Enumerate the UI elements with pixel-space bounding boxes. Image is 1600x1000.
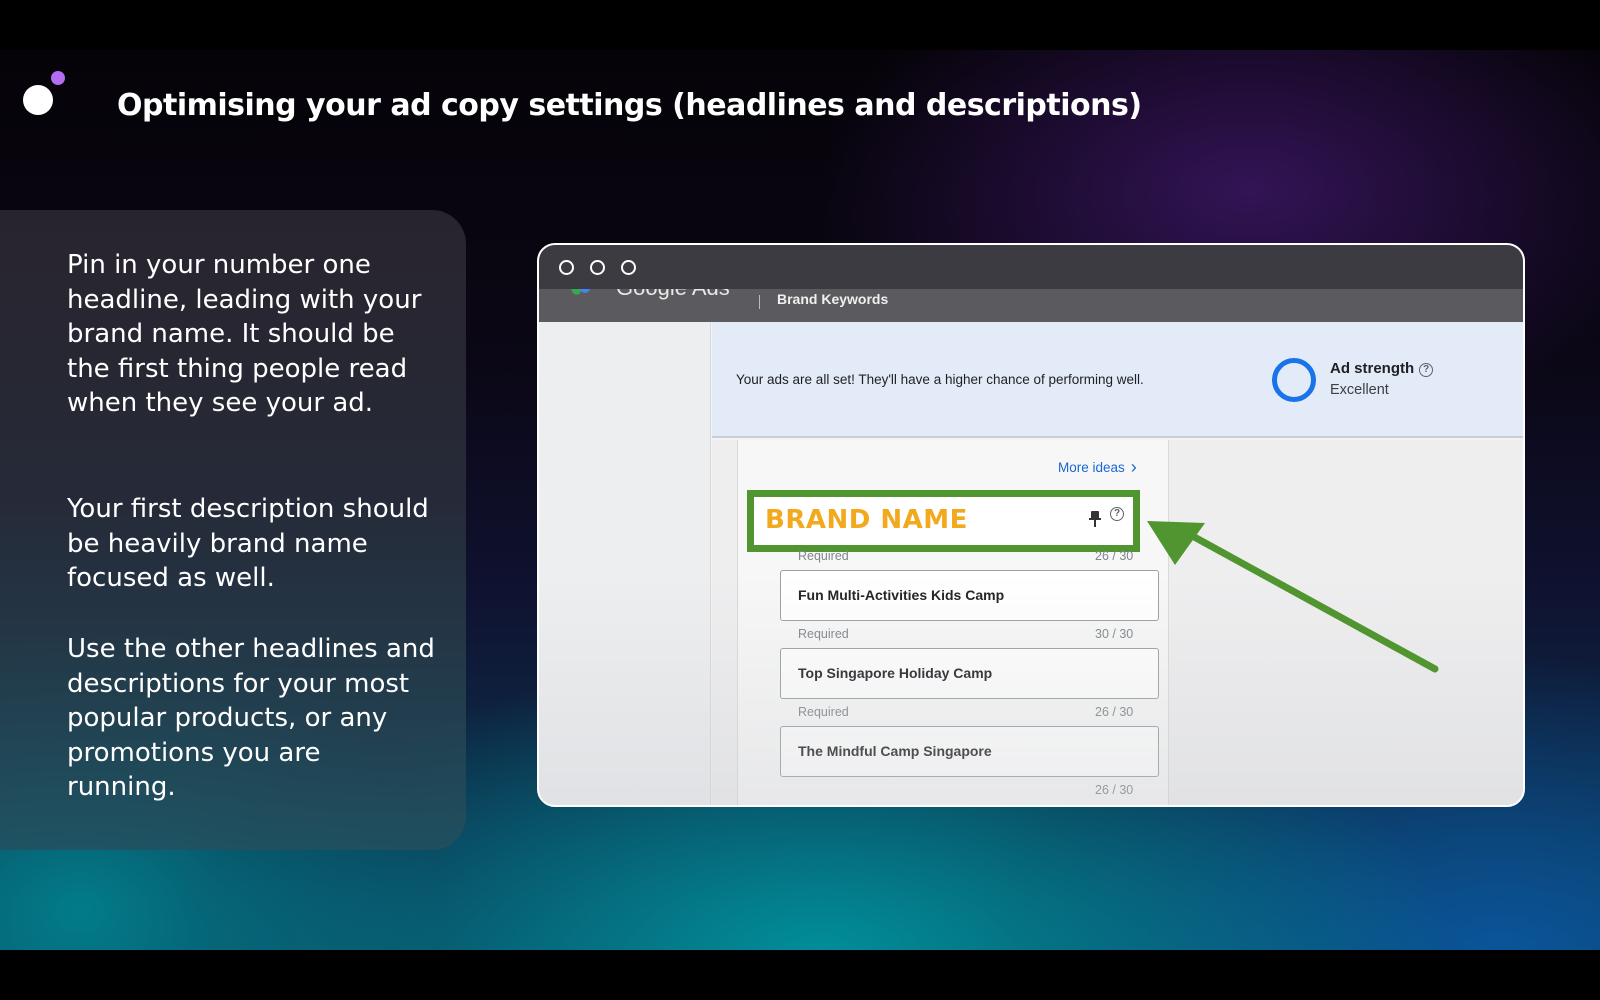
headline-field[interactable]: The Mindful Camp Singapore	[780, 726, 1159, 777]
headline-2-text: Fun Multi-Activities Kids Camp	[798, 587, 1005, 603]
arrow-icon	[1147, 521, 1439, 673]
paragraph-2: Your first description should be heavily…	[67, 494, 429, 593]
headline-1-count: 26 / 30	[1095, 549, 1134, 563]
headline-2-count: 30 / 30	[1095, 627, 1134, 641]
more-ideas-label: More ideas	[1058, 460, 1125, 475]
help-icon[interactable]: ?	[1110, 507, 1124, 521]
paragraph-1: Pin in your number one headline, leading…	[67, 250, 422, 418]
headline-field-pinned[interactable]: BRAND NAME ?	[747, 490, 1140, 552]
window-dot-icon	[621, 260, 636, 275]
letterbox-top	[0, 0, 1600, 50]
window-title-bar	[539, 245, 1523, 289]
headline-3-count: 26 / 30	[1095, 705, 1134, 719]
app-name: Google Ads	[616, 289, 730, 301]
headline-4-count: 26 / 30	[1095, 783, 1134, 797]
window-dot-icon	[559, 260, 574, 275]
headline-1-required: Required	[798, 549, 849, 563]
slide: Optimising your ad copy settings (headli…	[0, 50, 1600, 950]
slide-title: Optimising your ad copy settings (headli…	[117, 88, 1142, 123]
headline-field[interactable]: Fun Multi-Activities Kids Camp	[780, 570, 1159, 621]
help-icon[interactable]: ?	[1419, 363, 1434, 377]
header-divider	[759, 295, 760, 309]
campaign-name: Brand Keywords	[777, 291, 889, 307]
headline-1-text: BRAND NAME	[765, 505, 968, 535]
ad-strength-label: Ad strength?	[1330, 360, 1434, 377]
banner-message: Your ads are all set! They'll have a hig…	[736, 372, 1144, 387]
pin-icon[interactable]	[1089, 511, 1101, 529]
google-ads-logo-icon	[568, 289, 591, 301]
headline-2-required: Required	[798, 627, 849, 641]
headline-3-required: Required	[798, 705, 849, 719]
headline-3-text: Top Singapore Holiday Camp	[798, 665, 993, 681]
logo-dot-small	[51, 71, 65, 85]
more-ideas-link[interactable]: More ideas ›	[1058, 457, 1137, 478]
headline-4-text: The Mindful Camp Singapore	[798, 743, 992, 759]
ad-status-banner: Your ads are all set! They'll have a hig…	[712, 322, 1523, 438]
logo	[20, 70, 70, 120]
ad-strength-value: Excellent	[1330, 382, 1389, 398]
google-ads-header: Google Ads Brand Keywords	[539, 289, 1523, 322]
letterbox-bottom	[0, 950, 1600, 1000]
window-dot-icon	[590, 260, 605, 275]
screenshot-window: Google Ads Brand Keywords Your ads are a…	[537, 243, 1525, 807]
chevron-right-icon: ›	[1130, 457, 1137, 477]
headline-field[interactable]: Top Singapore Holiday Camp	[780, 648, 1159, 699]
ad-strength-ring-icon	[1272, 358, 1316, 402]
headlines-panel: More ideas › BRAND NAME ? Required 26 / 3…	[737, 440, 1169, 805]
paragraph-3: Use the other headlines and descriptions…	[67, 634, 435, 802]
left-gutter	[539, 322, 711, 805]
logo-dot-large	[23, 85, 53, 115]
ad-strength-label-text: Ad strength	[1330, 360, 1415, 377]
